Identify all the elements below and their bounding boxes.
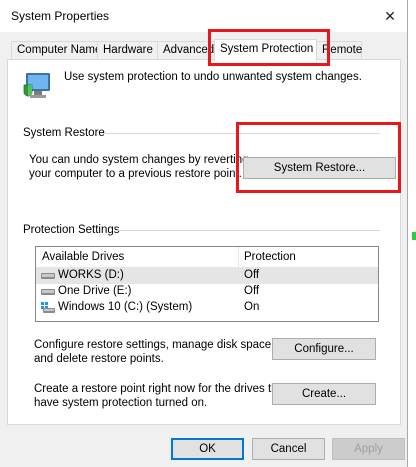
configure-description-2: and delete restore points. [34,353,164,365]
system-restore-description-2: your computer to a previous restore poin… [29,168,242,180]
ok-button[interactable]: OK [171,438,244,460]
tab-label: Computer Name [17,44,102,56]
tab-system-protection[interactable]: System Protection [214,39,317,61]
protection-settings-divider [116,230,380,231]
background-strip [408,0,416,467]
hard-drive-icon [41,273,55,279]
drive-row-one-drive[interactable]: One Drive (E:) Off [36,284,378,300]
tab-label: Advanced [163,44,215,56]
create-description-1: Create a restore point right now for the… [34,383,288,395]
system-restore-divider [103,133,380,134]
hard-drive-icon [41,289,55,295]
window-title: System Properties [11,9,110,23]
configure-description-1: Configure restore settings, manage disk … [34,339,275,351]
tab-hardware[interactable]: Hardware [97,41,158,59]
configure-button[interactable]: Configure... [272,338,376,360]
title-bar[interactable]: System Properties ✕ [0,0,407,32]
tab-computer-name[interactable]: Computer Name [11,41,102,59]
column-separator[interactable] [238,247,239,267]
system-properties-window: System Properties ✕ Computer Name Hardwa… [0,0,408,467]
background-mark [412,232,416,240]
tab-remote[interactable]: Remote [316,41,362,59]
tab-label: Hardware [103,44,153,56]
system-restore-group-label: System Restore [23,127,105,139]
tab-advanced[interactable]: Advanced [157,41,215,59]
drives-list-header: Available Drives Protection [36,247,378,268]
column-protection[interactable]: Protection [244,251,296,263]
system-shield-icon [23,73,50,98]
drives-list[interactable]: Available Drives Protection WORKS (D:) O… [35,246,379,322]
drive-name: WORKS (D:) [58,269,124,281]
drive-name: One Drive (E:) [58,285,132,297]
system-restore-description-1: You can undo system changes by reverting [29,154,249,166]
protection-settings-group-label: Protection Settings [23,224,120,236]
drive-name: Windows 10 (C:) (System) [58,301,193,313]
create-description-2: have system protection turned on. [34,397,208,409]
drive-protection-status: Off [244,269,260,281]
close-button[interactable]: ✕ [377,4,403,28]
system-protection-panel [7,59,401,425]
tab-label: System Protection [220,43,314,55]
drive-row-works[interactable]: WORKS (D:) Off [36,268,378,284]
tab-label: Remote [322,44,363,56]
cancel-button[interactable]: Cancel [252,438,325,460]
column-available-drives[interactable]: Available Drives [42,251,124,263]
intro-text: Use system protection to undo unwanted s… [64,71,362,83]
tab-strip: Computer Name Hardware Advanced System P… [0,32,407,61]
create-button[interactable]: Create... [272,383,376,405]
apply-button[interactable]: Apply [332,438,405,460]
drive-protection-status: On [244,301,260,313]
system-drive-icon [41,302,55,313]
drive-row-windows-10[interactable]: Windows 10 (C:) (System) On [36,300,378,316]
close-icon: ✕ [384,7,396,24]
system-restore-button[interactable]: System Restore... [243,157,396,179]
drive-protection-status: Off [244,285,260,297]
